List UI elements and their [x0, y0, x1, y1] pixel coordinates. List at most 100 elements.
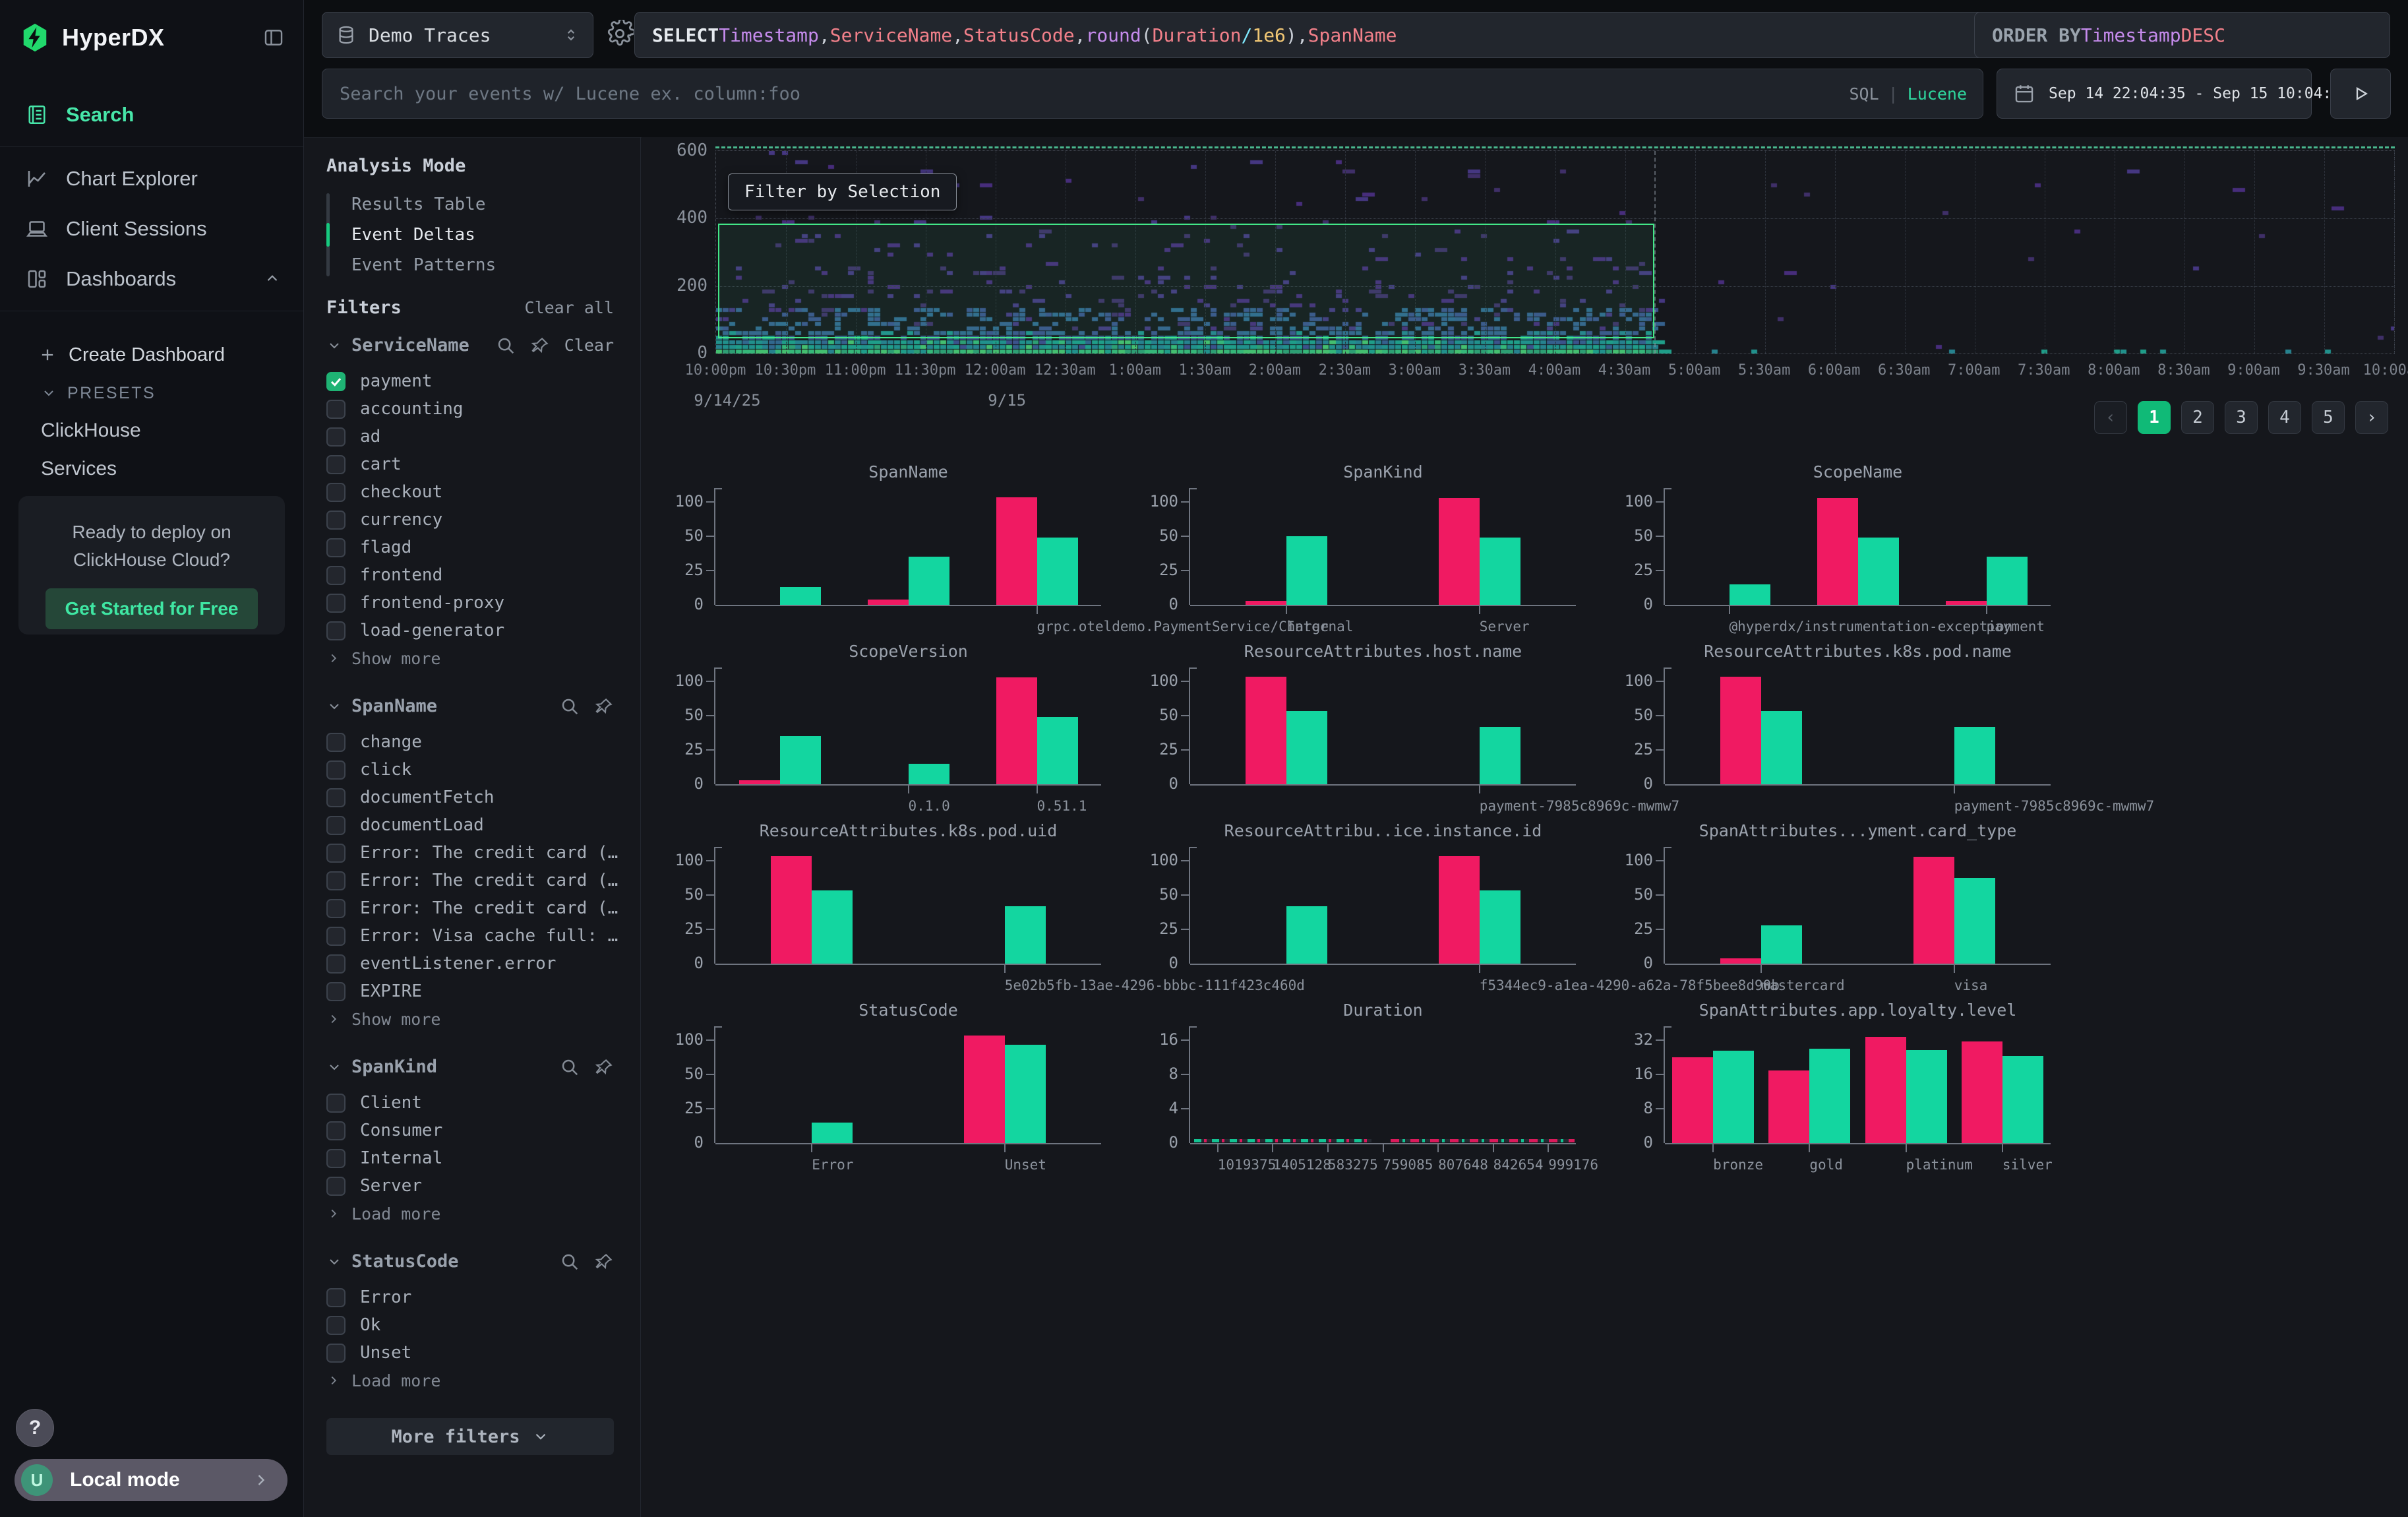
sidebar-item-chart-explorer[interactable]: Chart Explorer	[0, 154, 303, 204]
filter-option-ok[interactable]: Ok	[326, 1311, 614, 1339]
more-filters-button[interactable]: More filters	[326, 1418, 614, 1455]
checkbox[interactable]	[326, 871, 346, 890]
local-mode-menu[interactable]: U Local mode	[15, 1459, 287, 1501]
sidebar-item-client-sessions[interactable]: Client Sessions	[0, 204, 303, 254]
filter-option-ad[interactable]: ad	[326, 423, 614, 450]
filter-option-server[interactable]: Server	[326, 1172, 614, 1200]
clear-all-button[interactable]: Clear all	[525, 298, 614, 317]
analysis-mode-results-table[interactable]: Results Table	[326, 189, 614, 220]
checkbox[interactable]	[326, 621, 346, 640]
checkbox[interactable]	[326, 733, 346, 752]
pagination-prev-button[interactable]: ‹	[2094, 401, 2127, 434]
time-range-picker[interactable]: Sep 14 22:04:35 - Sep 15 10:04:35	[1997, 69, 2312, 119]
checkbox[interactable]	[326, 1149, 346, 1168]
checkbox[interactable]	[326, 538, 346, 557]
pin-icon[interactable]	[594, 697, 614, 716]
load-more-button[interactable]: Load more	[326, 1367, 614, 1394]
filter-option-internal[interactable]: Internal	[326, 1144, 614, 1172]
checkbox[interactable]	[326, 1344, 346, 1363]
filter-option-flagd[interactable]: flagd	[326, 534, 614, 561]
order-by-input[interactable]: ORDER BY Timestamp DESC	[1974, 12, 2390, 58]
filter-option-documentload[interactable]: documentLoad	[326, 811, 614, 839]
checkbox-checked[interactable]	[326, 372, 346, 391]
help-button[interactable]: ?	[16, 1409, 54, 1447]
checkbox[interactable]	[326, 1121, 346, 1140]
checkbox[interactable]	[326, 1288, 346, 1307]
clear-filter-button[interactable]: Clear	[564, 336, 614, 355]
filter-option-payment[interactable]: payment	[326, 367, 614, 395]
checkbox[interactable]	[326, 400, 346, 419]
checkbox[interactable]	[326, 1316, 346, 1335]
checkbox[interactable]	[326, 1177, 346, 1196]
create-dashboard-button[interactable]: Create Dashboard	[0, 335, 303, 375]
filter-by-selection-button[interactable]: Filter by Selection	[728, 173, 957, 210]
source-select[interactable]: Demo Traces	[322, 12, 593, 58]
filter-section-header[interactable]: SpanName	[326, 696, 614, 716]
events-heatmap[interactable]: Filter by Selection	[715, 150, 2395, 354]
pagination-page-5[interactable]: 5	[2312, 401, 2345, 434]
load-more-button[interactable]: Load more	[326, 1200, 614, 1227]
filter-option-eventlistener-error[interactable]: eventListener.error	[326, 950, 614, 977]
sidebar-item-clickhouse[interactable]: ClickHouse	[0, 412, 303, 450]
filter-option-checkout[interactable]: checkout	[326, 478, 614, 506]
sidebar-item-dashboards[interactable]: Dashboards	[0, 254, 303, 304]
filter-option-expire[interactable]: EXPIRE	[326, 977, 614, 1005]
filter-section-header[interactable]: ServiceNameClear	[326, 335, 614, 356]
sidebar-collapse-icon[interactable]	[262, 26, 285, 49]
filter-option-currency[interactable]: currency	[326, 506, 614, 534]
checkbox[interactable]	[326, 982, 346, 1001]
checkbox[interactable]	[326, 760, 346, 780]
filter-option-error-the-credit-card-[interactable]: Error: The credit card (…	[326, 894, 614, 922]
filter-option-cart[interactable]: cart	[326, 450, 614, 478]
filter-option-error-the-credit-card-[interactable]: Error: The credit card (…	[326, 867, 614, 894]
pagination-next-button[interactable]: ›	[2355, 401, 2388, 434]
filter-option-unset[interactable]: Unset	[326, 1339, 614, 1367]
filter-option-frontend[interactable]: frontend	[326, 561, 614, 589]
checkbox[interactable]	[326, 954, 346, 974]
checkbox[interactable]	[326, 455, 346, 474]
pagination-page-2[interactable]: 2	[2181, 401, 2214, 434]
pin-icon[interactable]	[530, 336, 550, 356]
checkbox[interactable]	[326, 511, 346, 530]
checkbox[interactable]	[326, 788, 346, 807]
filter-option-click[interactable]: click	[326, 756, 614, 784]
search-input[interactable]	[338, 83, 1849, 105]
checkbox[interactable]	[326, 899, 346, 918]
filter-option-accounting[interactable]: accounting	[326, 395, 614, 423]
analysis-mode-event-patterns[interactable]: Event Patterns	[326, 250, 614, 280]
sidebar-item-search[interactable]: Search	[0, 90, 303, 140]
analysis-mode-event-deltas[interactable]: Event Deltas	[326, 220, 614, 250]
filter-section-header[interactable]: SpanKind	[326, 1057, 614, 1077]
pagination-page-3[interactable]: 3	[2225, 401, 2258, 434]
presets-toggle[interactable]: PRESETS	[0, 375, 303, 412]
sidebar-item-services[interactable]: Services	[0, 450, 303, 488]
search-icon[interactable]	[560, 1057, 580, 1077]
filter-option-consumer[interactable]: Consumer	[326, 1117, 614, 1144]
search-icon[interactable]	[496, 336, 516, 356]
filter-option-frontend-proxy[interactable]: frontend-proxy	[326, 589, 614, 617]
get-started-button[interactable]: Get Started for Free	[45, 588, 258, 629]
lang-toggle-lucene[interactable]: Lucene	[1908, 84, 1967, 104]
checkbox[interactable]	[326, 594, 346, 613]
show-more-button[interactable]: Show more	[326, 644, 614, 672]
filter-option-error-the-credit-card-[interactable]: Error: The credit card (…	[326, 839, 614, 867]
checkbox[interactable]	[326, 566, 346, 585]
checkbox[interactable]	[326, 1094, 346, 1113]
filter-option-load-generator[interactable]: load-generator	[326, 617, 614, 644]
run-query-button[interactable]	[2330, 69, 2391, 119]
pagination-page-4[interactable]: 4	[2268, 401, 2301, 434]
filter-section-header[interactable]: StatusCode	[326, 1251, 614, 1272]
gear-icon[interactable]	[606, 20, 634, 47]
show-more-button[interactable]: Show more	[326, 1005, 614, 1033]
search-icon[interactable]	[560, 1252, 580, 1272]
pagination-page-1[interactable]: 1	[2138, 401, 2171, 434]
filter-option-error-visa-cache-full-[interactable]: Error: Visa cache full: …	[326, 922, 614, 950]
filter-option-change[interactable]: change	[326, 728, 614, 756]
checkbox[interactable]	[326, 816, 346, 835]
filter-option-error[interactable]: Error	[326, 1284, 614, 1311]
checkbox[interactable]	[326, 483, 346, 502]
lang-toggle-sql[interactable]: SQL	[1849, 84, 1879, 104]
pin-icon[interactable]	[594, 1252, 614, 1272]
checkbox[interactable]	[326, 427, 346, 447]
checkbox[interactable]	[326, 927, 346, 946]
